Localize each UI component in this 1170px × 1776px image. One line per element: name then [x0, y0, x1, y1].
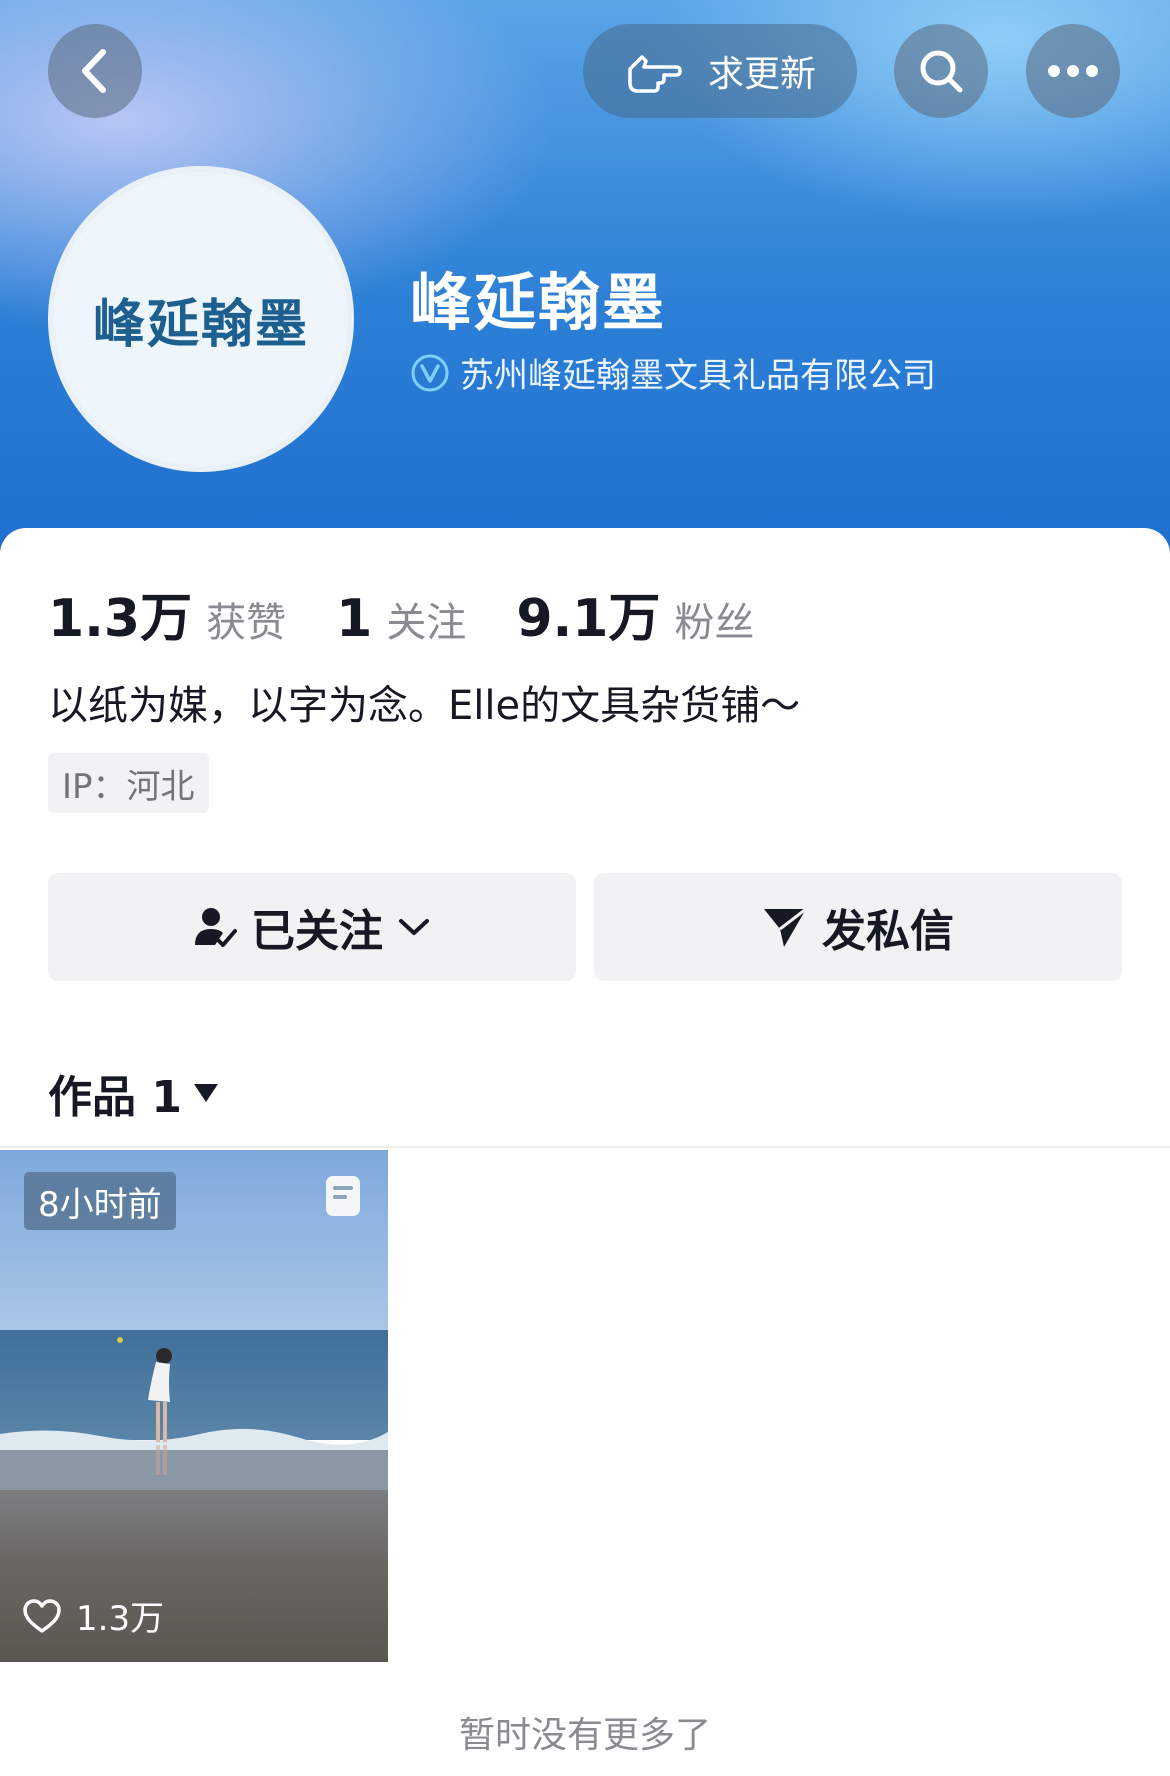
followers-label[interactable]: 粉丝: [674, 590, 754, 648]
send-message-label: 发私信: [822, 906, 954, 957]
send-message-button[interactable]: 发私信: [594, 873, 1122, 981]
profile-header: 求更新 峰延翰墨 峰延翰墨 苏州峰延翰墨文具礼品有限公司: [0, 0, 1170, 560]
profile-name: 峰延翰墨: [410, 266, 667, 339]
likes-count: 1.3万: [48, 589, 193, 649]
avatar[interactable]: 峰延翰墨: [48, 166, 354, 472]
divider: [0, 1146, 1170, 1148]
user-check-icon: [195, 908, 237, 947]
ip-location-tag: IP：河北: [48, 753, 209, 813]
request-update-button[interactable]: 求更新: [583, 24, 857, 118]
work-likes-count: 1.3万: [76, 1599, 165, 1639]
caret-down-icon: [193, 1084, 218, 1102]
following-count[interactable]: 1: [336, 589, 372, 649]
followed-label: 已关注: [251, 906, 383, 957]
followed-button[interactable]: 已关注: [48, 873, 576, 981]
following-label[interactable]: 关注: [386, 590, 466, 648]
send-plane-icon: [764, 907, 807, 947]
search-icon: [920, 50, 963, 93]
avatar-text: 峰延翰墨: [92, 293, 309, 355]
work-likes: 1.3万: [22, 1591, 164, 1640]
heart-icon: [23, 1598, 61, 1633]
verified-v-icon: [411, 354, 449, 391]
company-name: 苏州峰延翰墨文具礼品有限公司: [460, 356, 936, 396]
note-icon: [326, 1176, 360, 1216]
chevron-down-icon: [399, 919, 429, 935]
tab-works[interactable]: 作品 1: [48, 1061, 220, 1125]
more-button[interactable]: [1026, 24, 1120, 118]
pointing-hand-icon: [628, 55, 682, 93]
more-dots-icon: [1048, 65, 1098, 77]
works-tab-label: 作品 1: [48, 1072, 182, 1123]
profile-bio: 以纸为媒，以字为念。Elle的文具杂货铺～: [48, 683, 801, 729]
likes-label: 获赞: [206, 600, 287, 646]
no-more-text: 暂时没有更多了: [458, 1715, 711, 1756]
profile-card: 1.3万 获赞 1 关注 9.1万 粉丝 以纸为媒，以字为念。Elle的文具杂货…: [0, 528, 1170, 1776]
search-button[interactable]: [894, 24, 988, 118]
followers-count[interactable]: 9.1万: [516, 576, 660, 651]
profile-stats: 1.3万 获赞 1 关注 9.1万 粉丝: [48, 576, 804, 651]
request-update-label: 求更新: [707, 54, 816, 95]
back-chevron-icon: [82, 49, 106, 93]
back-button[interactable]: [48, 24, 142, 118]
company-verification[interactable]: 苏州峰延翰墨文具礼品有限公司: [410, 348, 936, 397]
time-badge: 8小时前: [24, 1172, 176, 1230]
work-card[interactable]: 8小时前 1.3万: [0, 1150, 388, 1662]
